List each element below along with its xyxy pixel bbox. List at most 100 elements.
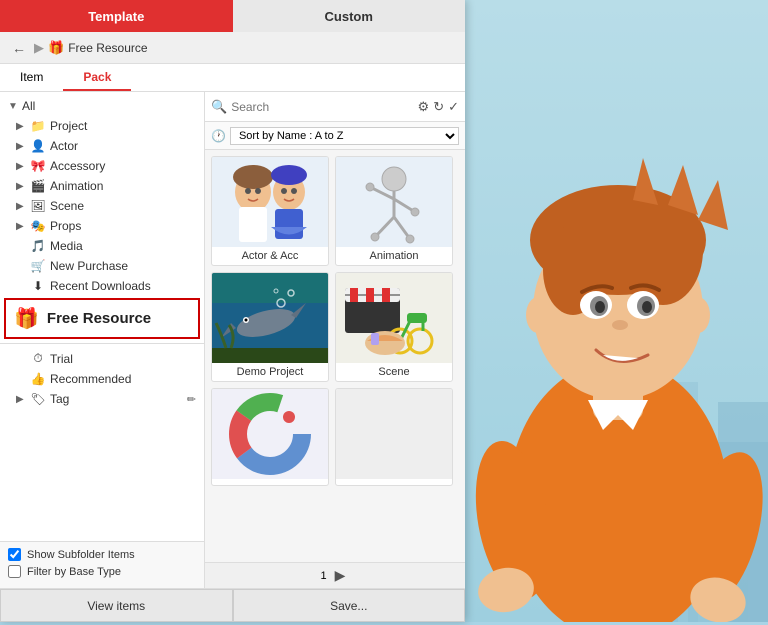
media-icon: 🎵 <box>30 239 46 253</box>
trial-icon: ⏱ <box>30 351 46 366</box>
grid-item-empty[interactable] <box>335 388 453 486</box>
confirm-button[interactable]: ✓ <box>448 99 459 115</box>
tree-item-animation[interactable]: ▶ 🎬 Animation <box>0 176 204 196</box>
subfolder-label: Show Subfolder Items <box>27 549 135 561</box>
tree-arrow-scene: ▶ <box>16 201 26 212</box>
breadcrumb-sep: ▶ <box>34 40 44 56</box>
tree-label-actor: Actor <box>50 139 196 153</box>
grid-label-animation: Animation <box>336 247 452 265</box>
grid-area: Actor & Acc <box>205 150 465 562</box>
view-items-button[interactable]: View items <box>0 589 233 622</box>
sub-tab-pack[interactable]: Pack <box>63 64 131 91</box>
tree-item-recommended[interactable]: 👍 Recommended <box>0 369 204 389</box>
tree-item-media[interactable]: 🎵 Media <box>0 236 204 256</box>
sidebar: ▼ All ▶ 📁 Project ▶ 👤 Actor ▶ 🎀 A <box>0 92 205 588</box>
new-purchase-icon: 🛒 <box>30 259 46 273</box>
actor-icon: 👤 <box>30 139 46 153</box>
grid-label-demo-project: Demo Project <box>212 363 328 381</box>
tree-label-recommended: Recommended <box>50 372 196 386</box>
tree-arrow: ▼ <box>8 101 18 112</box>
save-button[interactable]: Save... <box>233 589 466 622</box>
panel-footer: View items Save... <box>0 588 465 622</box>
tree-item-accessory[interactable]: ▶ 🎀 Accessory <box>0 156 204 176</box>
tab-bar: Template Custom <box>0 0 465 32</box>
right-panel: 🔍 ⚙ ↻ ✓ 🕐 Sort by Name : A to Z Sort by … <box>205 92 465 588</box>
grid-item-animation[interactable]: Animation <box>335 156 453 266</box>
recent-downloads-icon: ⬇ <box>30 279 46 293</box>
grid-label-chart <box>212 479 328 485</box>
refresh-button[interactable]: ↻ <box>433 99 444 115</box>
grid-label-empty <box>336 479 452 485</box>
grid-label-actor-acc: Actor & Acc <box>212 247 328 265</box>
grid-row-2: Demo Project <box>211 272 459 382</box>
grid-thumb-actor-acc <box>211 157 329 247</box>
tree-item-project[interactable]: ▶ 📁 Project <box>0 116 204 136</box>
page-number: 1 <box>321 570 327 582</box>
tree-arrow-props: ▶ <box>16 221 26 232</box>
tree-label-tag: Tag <box>50 392 183 406</box>
grid-item-demo-project[interactable]: Demo Project <box>211 272 329 382</box>
subfolder-checkbox[interactable] <box>8 548 21 561</box>
free-resource-item[interactable]: 🎁 Free Resource <box>4 298 200 339</box>
tree-label-media: Media <box>50 239 196 253</box>
tree-item-tag[interactable]: ▶ 🏷 Tag ✏ <box>0 389 204 409</box>
sidebar-tree: ▼ All ▶ 📁 Project ▶ 👤 Actor ▶ 🎀 A <box>0 92 204 541</box>
tree-arrow-actor: ▶ <box>16 141 26 152</box>
clock-icon: 🕐 <box>211 129 226 143</box>
tab-custom[interactable]: Custom <box>233 0 466 32</box>
recommended-icon: 👍 <box>30 372 46 386</box>
gift-icon: 🎁 <box>14 306 39 331</box>
grid-item-actor-acc[interactable]: Actor & Acc <box>211 156 329 266</box>
sort-select[interactable]: Sort by Name : A to Z Sort by Name : Z t… <box>230 127 459 145</box>
tree-item-new-purchase[interactable]: 🛒 New Purchase <box>0 256 204 276</box>
accessory-icon: 🎀 <box>30 159 46 173</box>
tree-label-animation: Animation <box>50 179 196 193</box>
breadcrumb-icon: 🎁 <box>48 40 64 56</box>
search-input[interactable] <box>231 100 413 114</box>
tree-item-props[interactable]: ▶ 🎭 Props <box>0 216 204 236</box>
animation-icon: 🎬 <box>30 179 46 193</box>
grid-item-chart[interactable] <box>211 388 329 486</box>
sub-tab-item[interactable]: Item <box>0 64 63 91</box>
toolbar: ← ▶ 🎁 Free Resource <box>0 32 465 64</box>
basetype-checkbox[interactable] <box>8 565 21 578</box>
grid-label-scene: Scene <box>336 363 452 381</box>
tree-item-all[interactable]: ▼ All <box>0 96 204 116</box>
tree-label-trial: Trial <box>50 352 196 366</box>
scene-icon: 🖼 <box>30 199 46 213</box>
filter-button[interactable]: ⚙ <box>418 99 430 115</box>
basetype-label: Filter by Base Type <box>27 566 121 578</box>
tree-label-project: Project <box>50 119 196 133</box>
props-icon: 🎭 <box>30 219 46 233</box>
tree-label-all: All <box>22 99 196 113</box>
tree-label-new-purchase: New Purchase <box>50 259 196 273</box>
pagination: 1 ▶ <box>205 562 465 588</box>
sidebar-divider <box>0 343 204 344</box>
checkbox-basetype: Filter by Base Type <box>8 565 196 578</box>
tree-label-recent-downloads: Recent Downloads <box>50 279 196 293</box>
back-button[interactable]: ← <box>8 38 30 58</box>
breadcrumb: Free Resource <box>68 41 147 55</box>
tree-arrow-tag: ▶ <box>16 394 26 405</box>
tree-label-props: Props <box>50 219 196 233</box>
tag-edit-icon[interactable]: ✏ <box>187 393 196 406</box>
tree-item-trial[interactable]: ⏱ Trial <box>0 348 204 369</box>
next-page-button[interactable]: ▶ <box>331 567 350 584</box>
breadcrumb-label: Free Resource <box>68 41 147 55</box>
grid-thumb-empty <box>335 389 453 479</box>
grid-thumb-animation <box>335 157 453 247</box>
tab-template[interactable]: Template <box>0 0 233 32</box>
tree-item-scene[interactable]: ▶ 🖼 Scene <box>0 196 204 216</box>
grid-item-scene[interactable]: Scene <box>335 272 453 382</box>
tree-item-actor[interactable]: ▶ 👤 Actor <box>0 136 204 156</box>
free-resource-label: Free Resource <box>47 310 151 327</box>
tag-icon: 🏷 <box>30 392 46 406</box>
grid-thumb-demo-project <box>211 273 329 363</box>
sub-tabs: Item Pack <box>0 64 465 92</box>
tree-item-recent-downloads[interactable]: ⬇ Recent Downloads <box>0 276 204 296</box>
search-bar: 🔍 ⚙ ↻ ✓ <box>205 92 465 122</box>
tree-label-accessory: Accessory <box>50 159 196 173</box>
sort-bar: 🕐 Sort by Name : A to Z Sort by Name : Z… <box>205 122 465 150</box>
checkbox-subfolder: Show Subfolder Items <box>8 548 196 561</box>
grid-thumb-scene <box>335 273 453 363</box>
